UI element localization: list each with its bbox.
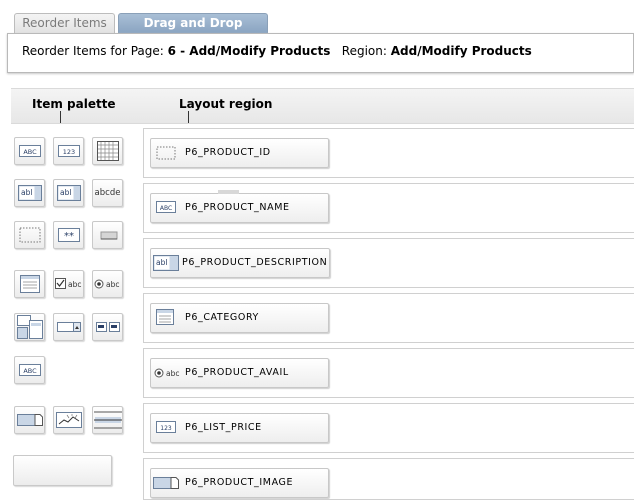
button-icon[interactable] [92,221,123,249]
shuttle-icon[interactable] [14,313,45,341]
item-palette-heading: Item palette [32,97,116,111]
layout-item-p6-category[interactable]: P6_CATEGORY [150,303,329,333]
display-only-label: abcde [94,188,121,198]
svg-text:**: ** [64,231,74,242]
layout-item-p6-list-price[interactable]: 123 P6_LIST_PRICE [150,413,329,443]
layout-region-heading: Layout region [179,97,273,111]
layout-pointer [188,111,189,123]
layout-item-label: P6_PRODUCT_ID [185,147,271,158]
radio-group-icon[interactable]: abc [92,270,123,298]
svg-text:ABC: ABC [23,367,37,375]
multi-select-icon[interactable] [92,313,123,341]
svg-text:abl: abl [60,188,71,197]
hidden-item-icon [156,146,176,163]
radio-group-icon: abc [154,366,182,383]
display-only-icon[interactable]: abcde [92,179,123,207]
svg-text:abl: abl [156,258,167,267]
svg-text:ABC: ABC [160,205,172,212]
checkbox-icon[interactable]: abc [53,270,84,298]
chart-icon[interactable] [53,406,84,434]
layout-item-label: P6_PRODUCT_AVAIL [185,367,289,378]
layout-item-label: P6_PRODUCT_DESCRIPTION [182,257,328,268]
layout-item-p6-product-id[interactable]: P6_PRODUCT_ID [150,138,329,168]
number-field-icon: 123 [156,421,176,436]
layout-item-p6-product-description[interactable]: abl P6_PRODUCT_DESCRIPTION [150,248,330,278]
text-field-icon[interactable]: ABC [14,137,45,165]
header-page: 6 - Add/Modify Products [167,44,331,58]
layout-row[interactable]: abl P6_PRODUCT_DESCRIPTION [143,238,634,288]
divider-icon[interactable] [92,406,123,434]
svg-text:123: 123 [62,148,74,156]
number-field-icon[interactable]: 123 [53,137,84,165]
layout-row[interactable]: abc P6_PRODUCT_AVAIL [143,348,634,398]
rich-textarea-icon[interactable]: abl [53,179,84,207]
header-title: Reorder Items for Page: 6 - Add/Modify P… [22,44,532,58]
grid-icon[interactable] [92,137,123,165]
file-browse-icon [153,476,179,493]
column-header-bar: Item palette Layout region [11,88,634,124]
layout-item-label: P6_LIST_PRICE [185,422,262,433]
page-header: Reorder Items for Page: 6 - Add/Modify P… [7,33,634,73]
layout-row[interactable]: P6_PRODUCT_IMAGE [143,458,634,500]
layout-item-p6-product-avail[interactable]: abc P6_PRODUCT_AVAIL [150,358,329,388]
layout-row[interactable]: ABC P6_PRODUCT_NAME [143,183,634,233]
layout-item-label: P6_CATEGORY [185,312,259,323]
select-list-icon[interactable] [14,270,45,298]
layout-row[interactable]: P6_CATEGORY [143,293,634,343]
header-region: Add/Modify Products [390,44,532,58]
layout-row[interactable]: 123 P6_LIST_PRICE [143,403,634,453]
svg-text:abl: abl [21,188,32,197]
layout-item-p6-product-image[interactable]: P6_PRODUCT_IMAGE [150,468,329,498]
layout-row[interactable]: P6_PRODUCT_ID [143,128,634,178]
popup-lov-icon[interactable] [53,313,84,341]
tab-drag-and-drop-layout[interactable]: Drag and Drop Layout [118,13,268,49]
textarea-icon: abl [153,255,179,274]
file-browse-icon[interactable] [14,406,45,434]
password-icon[interactable]: ** [53,221,84,249]
svg-text:ABC: ABC [23,148,37,156]
text-field-alt-icon[interactable]: ABC [14,356,45,384]
layout-item-label: P6_PRODUCT_IMAGE [185,477,294,488]
header-prefix: Reorder Items for Page: [22,44,168,58]
palette-pointer [60,111,61,123]
textarea-icon[interactable]: abl [14,179,45,207]
svg-text:abc: abc [68,280,81,289]
svg-text:123: 123 [160,425,172,432]
svg-text:abc: abc [166,369,179,378]
drag-indicator [218,190,239,194]
region-placeholder-button[interactable] [13,455,112,486]
header-region-prefix: Region: [341,44,391,58]
layout-item-label: P6_PRODUCT_NAME [185,202,290,213]
select-list-icon [156,309,174,328]
tab-reorder-items[interactable]: Reorder Items [14,13,115,33]
layout-item-p6-product-name[interactable]: ABC P6_PRODUCT_NAME [150,193,329,223]
svg-text:abc: abc [106,280,119,289]
hidden-item-icon[interactable] [14,221,45,249]
text-field-icon: ABC [156,201,176,216]
